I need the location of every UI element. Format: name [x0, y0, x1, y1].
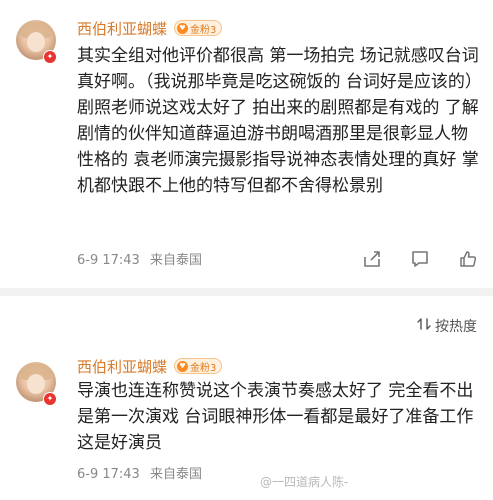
comment-actions	[363, 250, 477, 268]
username[interactable]: 西伯利亚蝴蝶	[77, 18, 167, 39]
verified-icon: ✦	[43, 50, 57, 64]
fan-badge-label: 金粉3	[190, 362, 217, 374]
comment-location: 来自泰国	[149, 253, 202, 268]
fan-heart-icon: ♥	[177, 22, 188, 34]
like-icon[interactable]	[459, 250, 477, 268]
fan-heart-icon: ♥	[177, 360, 188, 372]
comment-meta: 6-9 17:43 来自泰国	[77, 463, 202, 482]
comment-text: 导演也连连称赞说这个表演节奏感太好了 完全看不出是第一次演戏 台词眼神形体一看都…	[77, 381, 474, 453]
avatar-face	[27, 32, 45, 52]
fan-badge-label: 金粉3	[190, 24, 217, 36]
watermark: @一四道病人陈-	[260, 475, 349, 489]
comment-time: 6-9 17:43	[77, 253, 140, 268]
comment-time: 6-9 17:43	[77, 467, 140, 482]
username[interactable]: 西伯利亚蝴蝶	[77, 356, 167, 377]
fan-badge[interactable]: ♥ 金粉3	[174, 20, 223, 36]
comment-card-2: ✦ 西伯利亚蝴蝶 ♥ 金粉3 导演也连连称赞说这个表演节奏感太好了 完全看不出是…	[0, 300, 493, 500]
comment-card-1: ✦ 西伯利亚蝴蝶 ♥ 金粉3 其实全组对他评价都很高 第一场拍完 场记就感叹台词…	[0, 0, 493, 288]
comment-text: 其实全组对他评价都很高 第一场拍完 场记就感叹台词真好啊。（我说那毕竟是吃这碗饭…	[77, 46, 482, 196]
comment-meta: 6-9 17:43 来自泰国	[77, 249, 202, 268]
avatar-face	[27, 374, 45, 394]
comment-icon[interactable]	[411, 250, 429, 268]
share-icon[interactable]	[363, 250, 381, 268]
verified-icon: ✦	[43, 392, 57, 406]
fan-badge[interactable]: ♥ 金粉3	[174, 358, 223, 374]
section-divider	[0, 288, 493, 296]
comment-location: 来自泰国	[149, 467, 202, 482]
